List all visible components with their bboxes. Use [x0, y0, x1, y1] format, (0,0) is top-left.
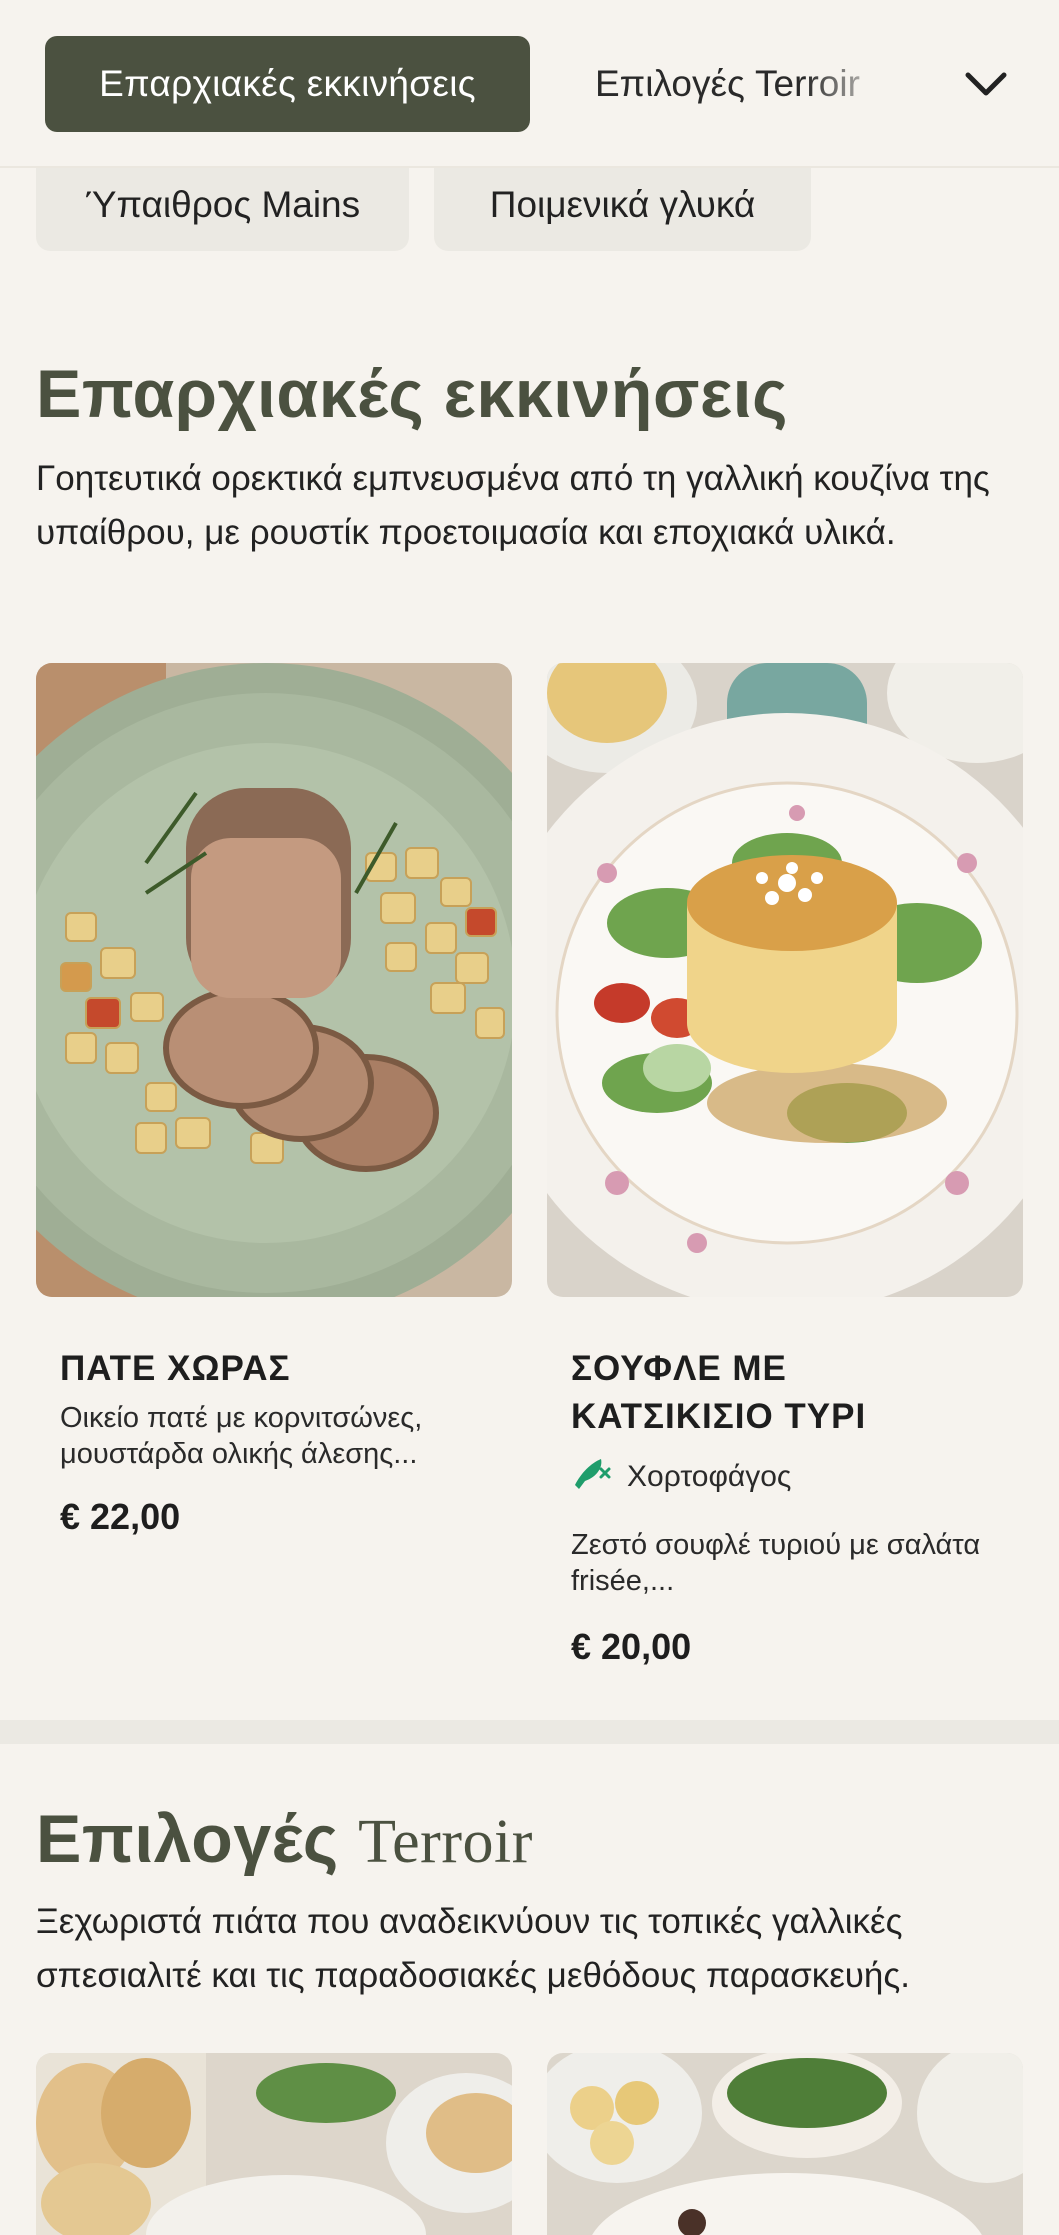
potato-image[interactable] [547, 2053, 1023, 2235]
section-title-serif: Terroir [358, 1808, 533, 1876]
item-price: € 20,00 [571, 1626, 692, 1667]
chip-countryside-mains[interactable]: Ύπαιθρος Mains [36, 158, 409, 251]
section-title: Επιλογές Terroir [36, 1800, 533, 1878]
vegetarian-badge: Χορτοφάγος [571, 1455, 791, 1499]
item-price: € 22,00 [60, 1496, 181, 1537]
section-divider [0, 1720, 1059, 1744]
section-title-main: Επιλογές [36, 1801, 339, 1877]
chevron-down-icon[interactable] [955, 58, 1017, 110]
chip-pastoral-desserts[interactable]: Ποιμενικά γλυκά [434, 158, 811, 251]
item-title[interactable]: ΣΟΥΦΛΕ ΜΕ ΚΑΤΣΙΚΙΣΙΟ ΤΥΡΙ [571, 1345, 991, 1441]
section-description: Γοητευτικά ορεκτικά εμπνευσμένα από τη γ… [36, 459, 990, 552]
tab-provincial-starters[interactable]: Επαρχιακές εκκινήσεις [45, 36, 530, 132]
souffle-image[interactable] [547, 663, 1023, 1297]
vegetarian-label: Χορτοφάγος [627, 1460, 792, 1493]
bread-image[interactable] [36, 2053, 512, 2235]
category-nav: Επαρχιακές εκκινήσεις Επιλογές Terroir [0, 0, 1059, 168]
item-title[interactable]: ΠΑΤΕ ΧΩΡΑΣ [60, 1345, 500, 1393]
vegetarian-icon [571, 1455, 613, 1499]
item-description: Ζεστό σουφλέ τυριού με σαλάτα frisée,... [571, 1529, 981, 1597]
item-description: Οικείο πατέ με κορνιτσώνες, μουστάρδα ολ… [60, 1402, 423, 1470]
pate-image[interactable] [36, 663, 512, 1297]
section-title: Επαρχιακές εκκινήσεις [36, 356, 788, 432]
tab-terroir-selections[interactable]: Επιλογές Terroir [595, 36, 895, 132]
section-description: Ξεχωριστά πιάτα που αναδεικνύουν τις τοπ… [36, 1902, 910, 1995]
